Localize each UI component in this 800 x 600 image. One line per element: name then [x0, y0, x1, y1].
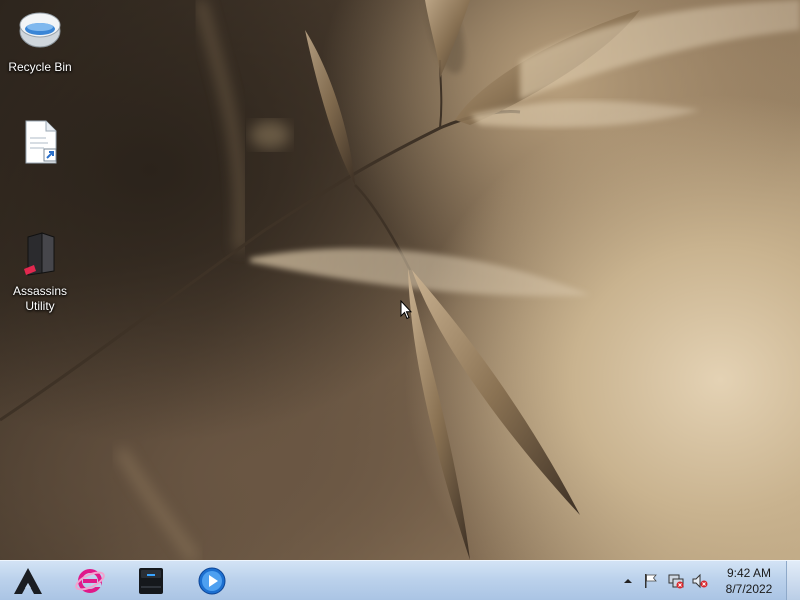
recycle-bin-icon — [16, 6, 64, 54]
start-logo-icon — [14, 568, 42, 594]
taskbar: 9:42 AM 8/7/2022 — [0, 560, 800, 600]
desktop-icon-label: Assassins Utility — [12, 284, 68, 313]
network-status-button[interactable] — [668, 573, 684, 589]
grass-wallpaper-art — [0, 0, 800, 560]
taskbar-media-player-button[interactable] — [188, 563, 236, 599]
chevron-up-icon — [624, 579, 632, 583]
network-icon — [668, 574, 684, 589]
taskbar-drive-button[interactable] — [127, 563, 175, 599]
action-center-button[interactable] — [643, 573, 659, 589]
show-hidden-icons-button[interactable] — [620, 573, 636, 589]
desktop-icon-assassins-utility[interactable]: Assassins Utility — [2, 230, 78, 314]
ie-icon — [75, 569, 105, 593]
taskbar-internet-explorer-button[interactable] — [66, 563, 114, 599]
show-desktop-button[interactable] — [786, 561, 800, 600]
media-player-icon — [198, 567, 226, 595]
mouse-cursor-icon — [400, 300, 412, 320]
desktop-icon-label: Recycle Bin — [8, 60, 72, 74]
volume-button[interactable] — [692, 573, 708, 589]
drive-icon — [139, 568, 163, 594]
volume-muted-icon — [692, 573, 708, 589]
clock-date: 8/7/2022 — [725, 582, 773, 596]
desktop-wallpaper[interactable]: Recycle Bin Assassins Utility — [0, 0, 800, 560]
start-button[interactable] — [4, 563, 52, 599]
desktop-icon-shortcut-file[interactable] — [2, 118, 78, 172]
desktop-icon-recycle-bin[interactable]: Recycle Bin — [2, 6, 78, 75]
clock-time: 9:42 AM — [726, 566, 772, 580]
action-center-flag-icon — [645, 574, 657, 588]
assassins-utility-icon — [16, 230, 64, 278]
taskbar-clock[interactable]: 9:42 AM 8/7/2022 — [712, 565, 786, 597]
shortcut-file-icon — [16, 118, 64, 166]
